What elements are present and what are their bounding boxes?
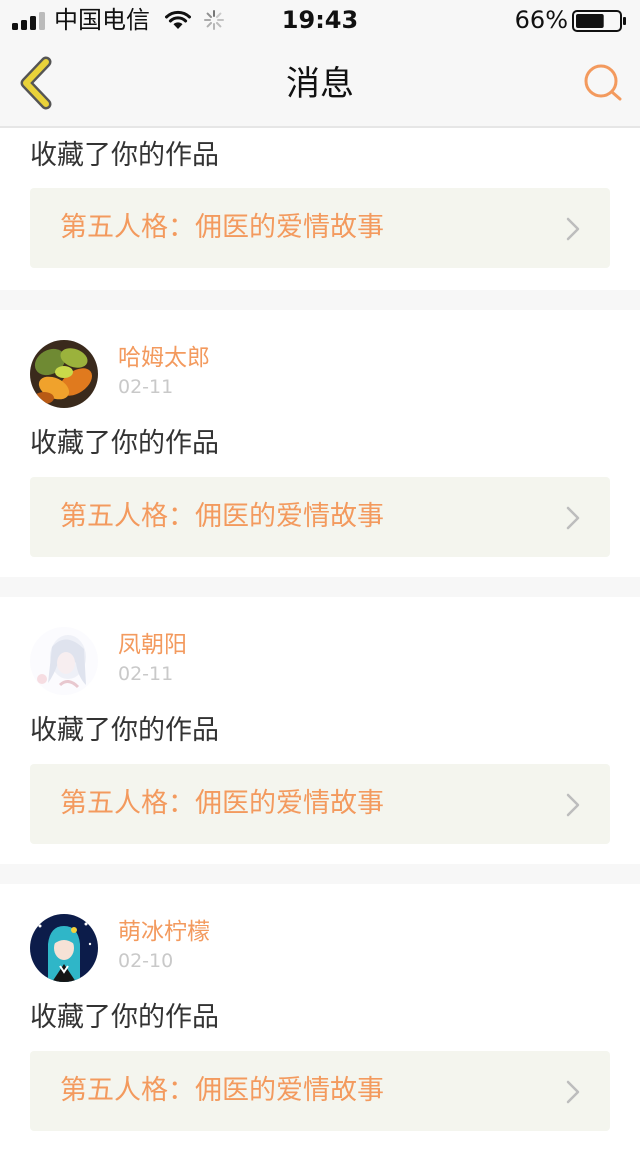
work-title: 第五人格：佣医的爱情故事 (60, 212, 384, 243)
divider (0, 577, 640, 597)
chevron-right-icon (566, 217, 580, 241)
user-name[interactable]: 凤朝阳 (118, 630, 187, 660)
page-title: 消息 (286, 64, 354, 104)
action-text: 收藏了你的作品 (30, 428, 219, 459)
battery-icon (572, 10, 626, 32)
work-title: 第五人格：佣医的爱情故事 (60, 501, 384, 532)
list-item: 凤朝阳 02-11 收藏了你的作品 第五人格：佣医的爱情故事 (0, 597, 640, 864)
nav-bar: 消息 (0, 40, 640, 128)
post-date: 02-11 (118, 663, 174, 685)
message-list: 收藏了你的作品 第五人格：佣医的爱情故事 哈姆太郎 02-11 收藏了你的作品 (0, 128, 640, 1151)
avatar[interactable] (30, 340, 98, 408)
search-icon[interactable] (582, 62, 624, 104)
battery-percent: 66% (514, 6, 568, 34)
post-date: 02-11 (118, 376, 174, 398)
chevron-right-icon (566, 793, 580, 817)
work-link[interactable]: 第五人格：佣医的爱情故事 (30, 764, 610, 844)
post-date: 02-10 (118, 950, 174, 972)
action-text: 收藏了你的作品 (30, 715, 219, 746)
action-text: 收藏了你的作品 (30, 140, 219, 171)
status-bar: 中国电信 19:43 66% (0, 0, 640, 40)
avatar[interactable] (30, 627, 98, 695)
action-text: 收藏了你的作品 (30, 1002, 219, 1033)
work-link[interactable]: 第五人格：佣医的爱情故事 (30, 477, 610, 557)
list-item: 哈姆太郎 02-11 收藏了你的作品 第五人格：佣医的爱情故事 (0, 310, 640, 577)
work-title: 第五人格：佣医的爱情故事 (60, 1075, 384, 1106)
chevron-right-icon (566, 506, 580, 530)
user-name[interactable]: 哈姆太郎 (118, 343, 210, 373)
work-link[interactable]: 第五人格：佣医的爱情故事 (30, 188, 610, 268)
list-item: 收藏了你的作品 第五人格：佣医的爱情故事 (0, 128, 640, 290)
user-name[interactable]: 萌冰柠檬 (118, 917, 210, 947)
chevron-right-icon (566, 1080, 580, 1104)
divider (0, 290, 640, 310)
work-title: 第五人格：佣医的爱情故事 (60, 788, 384, 819)
list-item: 萌冰柠檬 02-10 收藏了你的作品 第五人格：佣医的爱情故事 (0, 884, 640, 1151)
divider (0, 864, 640, 884)
avatar[interactable] (30, 914, 98, 982)
work-link[interactable]: 第五人格：佣医的爱情故事 (30, 1051, 610, 1131)
